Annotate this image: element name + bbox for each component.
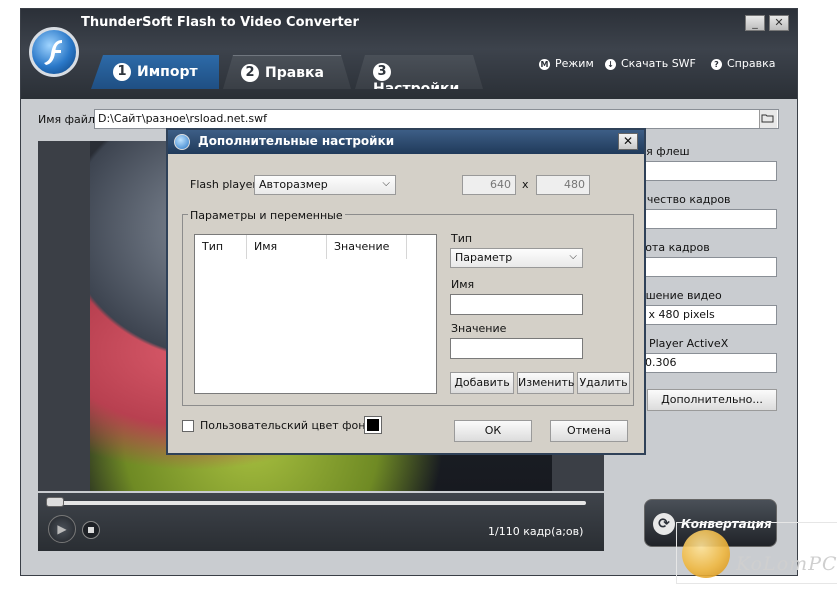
resolution-field: 40 x 480 pixels [626, 305, 777, 325]
activex-field: .0.0.306 [626, 353, 777, 373]
tab-label: Импорт [137, 64, 198, 80]
frame-rate-label: астота кадров [626, 241, 710, 254]
frame-counter: 1/110 кадр(а;ов) [488, 525, 584, 538]
mode-link[interactable]: M Режим [539, 57, 594, 70]
resolution-label: зрешение видео [626, 289, 722, 302]
flash-player-label: Flash player [190, 178, 257, 191]
dialog-close-button[interactable]: ✕ [618, 133, 638, 150]
value-label: Значение [451, 322, 507, 335]
watermark-text: KoLomPC [736, 553, 837, 575]
player-controls: ▶ 1/110 кадр(а;ов) [38, 493, 604, 551]
convert-icon: ⟳ [653, 513, 675, 535]
download-swf-link[interactable]: ↓ Скачать SWF [605, 57, 696, 70]
seek-track[interactable] [46, 501, 586, 505]
mode-label: Режим [555, 57, 594, 70]
cancel-button[interactable]: Отмена [550, 420, 628, 442]
custom-bg-color-checkbox[interactable] [182, 420, 194, 432]
title-bar: ThunderSoft Flash to Video Converter _ ✕… [21, 9, 797, 99]
type-select[interactable]: Параметр ⌵ [450, 248, 583, 268]
name-input[interactable] [450, 294, 583, 315]
play-button[interactable]: ▶ [48, 515, 76, 543]
tab-number-2: 2 [241, 64, 259, 82]
tab-edit[interactable]: 2 Правка [223, 55, 351, 89]
dimension-separator: x [522, 178, 529, 191]
ok-button[interactable]: ОК [454, 420, 532, 442]
app-title: ThunderSoft Flash to Video Converter [81, 15, 359, 30]
stop-button[interactable] [82, 521, 100, 539]
file-path-input[interactable]: D:\Сайт\разное\rsload.net.swf [94, 109, 779, 129]
chevron-down-icon: ⌵ [382, 178, 390, 189]
advanced-button[interactable]: Дополнительно... [647, 389, 777, 411]
flash-version-label: рсия флеш [626, 145, 690, 158]
width-field[interactable]: 640 [462, 175, 516, 195]
app-logo-icon [174, 134, 190, 150]
flash-player-select[interactable]: Авторазмер ⌵ [254, 175, 396, 195]
type-value: Параметр [455, 251, 513, 264]
minimize-button[interactable]: _ [745, 15, 765, 31]
help-icon: ? [711, 58, 722, 70]
download-swf-label: Скачать SWF [621, 57, 696, 70]
window-close-button[interactable]: ✕ [769, 15, 789, 31]
help-label: Справка [727, 57, 776, 70]
tab-label: Правка [265, 65, 324, 81]
dialog-title-bar: Дополнительные настройки ✕ [168, 130, 644, 154]
tab-settings[interactable]: 3Настройки [355, 55, 483, 89]
column-header-name[interactable]: Имя [247, 235, 327, 259]
name-label: Имя [451, 278, 475, 291]
file-name-label: Имя файла [38, 113, 102, 126]
bg-color-picker[interactable] [364, 416, 382, 434]
params-group-label: Параметры и переменные [188, 209, 345, 222]
watermark-orb-icon [682, 530, 730, 578]
frame-count-field: 10 [626, 209, 777, 229]
chevron-down-icon: ⌵ [569, 251, 577, 262]
help-link[interactable]: ? Справка [711, 57, 775, 70]
seek-thumb[interactable] [46, 497, 64, 507]
type-label: Тип [451, 232, 473, 245]
activex-label: ash Player ActiveX [626, 337, 729, 350]
app-logo-icon [29, 27, 79, 77]
params-list[interactable]: Тип Имя Значение [194, 234, 437, 394]
value-input[interactable] [450, 338, 583, 359]
flash-player-value: Авторазмер [259, 178, 328, 191]
change-button[interactable]: Изменить [517, 372, 574, 394]
download-icon: ↓ [605, 58, 616, 70]
frame-count-label: оличество кадров [626, 193, 731, 206]
tab-number-1: 1 [113, 63, 131, 81]
advanced-settings-dialog: Дополнительные настройки ✕ Flash player … [166, 128, 646, 455]
mode-icon: M [539, 58, 550, 70]
delete-button[interactable]: Удалить [577, 372, 630, 394]
height-field[interactable]: 480 [536, 175, 590, 195]
tab-import[interactable]: 1 Импорт [91, 55, 219, 89]
add-button[interactable]: Добавить [450, 372, 514, 394]
custom-bg-color-label: Пользовательский цвет фона [200, 419, 373, 432]
frame-rate-field: 0 [626, 257, 777, 277]
flash-version-field [626, 161, 777, 181]
column-header-type[interactable]: Тип [195, 235, 247, 259]
tab-number-3: 3 [373, 63, 391, 81]
browse-folder-icon[interactable] [759, 110, 777, 128]
tab-label: Настройки [373, 81, 460, 97]
dialog-title: Дополнительные настройки [198, 134, 395, 148]
column-header-value[interactable]: Значение [327, 235, 407, 259]
